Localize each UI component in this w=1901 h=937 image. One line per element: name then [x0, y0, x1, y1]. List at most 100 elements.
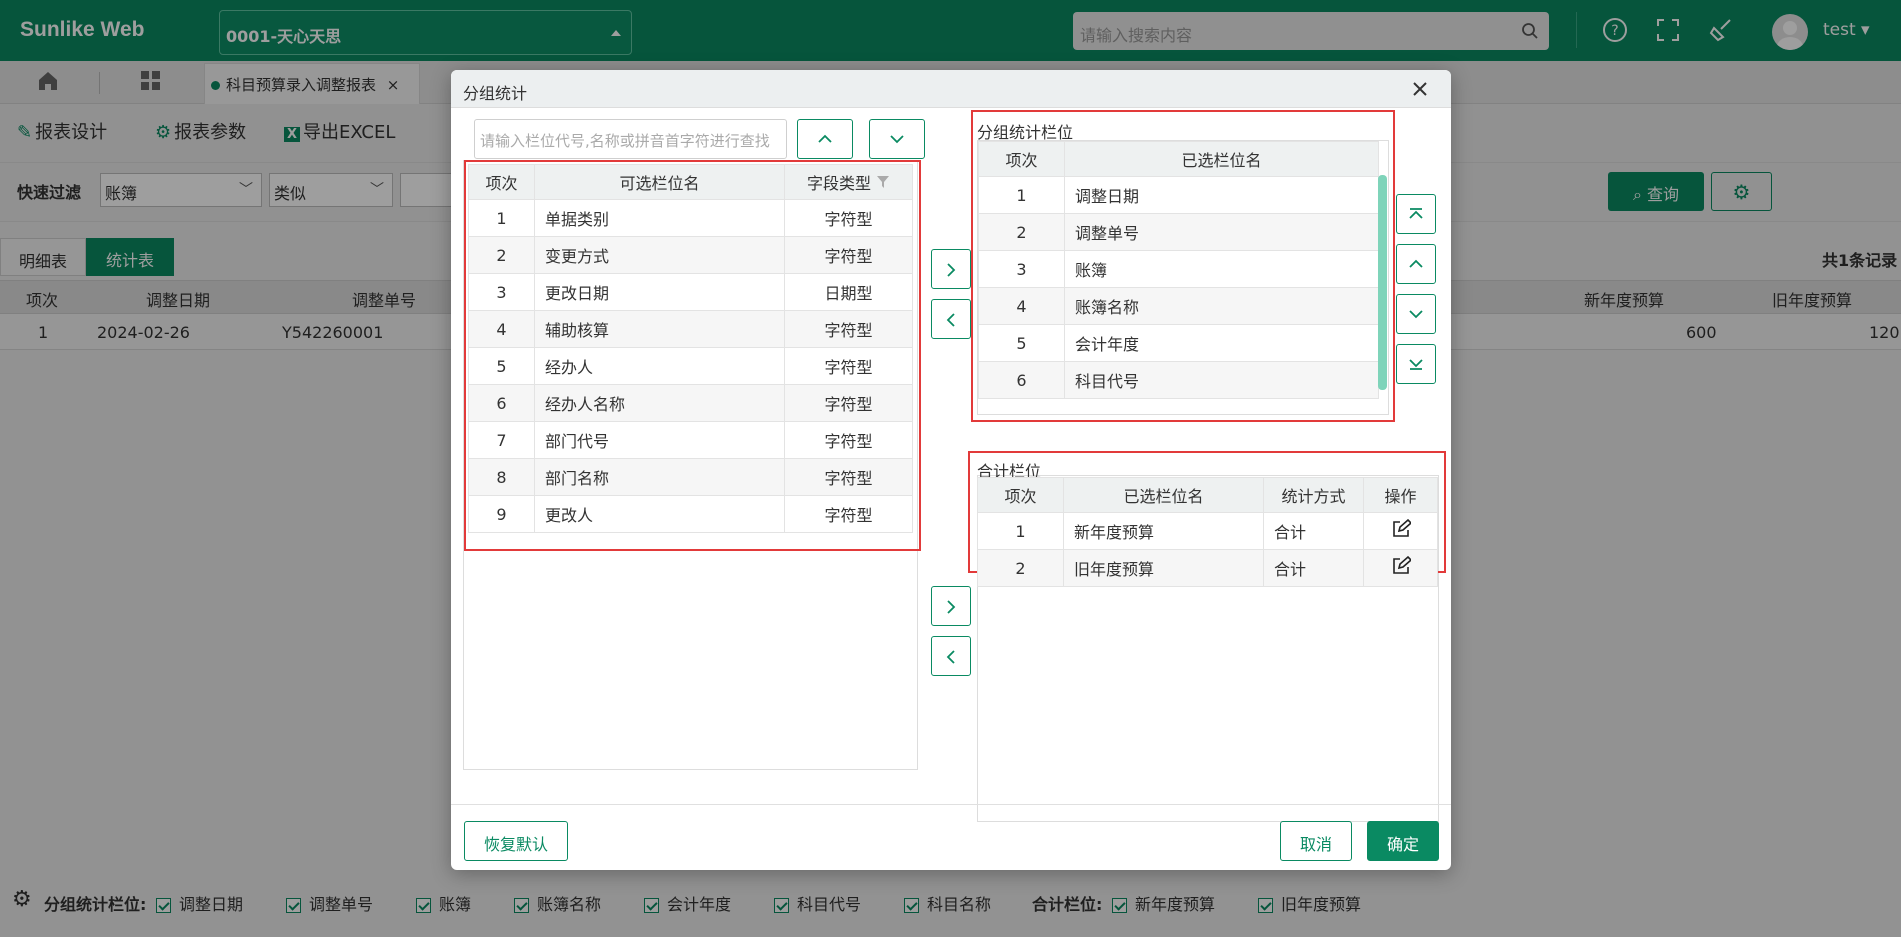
cell-index: 4 [978, 287, 1065, 325]
dialog-title: 分组统计 [463, 84, 528, 103]
chevron-up-icon [1409, 259, 1423, 268]
cell-name: 辅助核算 [534, 310, 785, 348]
cell-type: 字符型 [784, 236, 913, 274]
cell-index: 4 [468, 310, 535, 348]
cell-name: 经办人 [534, 347, 785, 385]
cell-name: 部门代号 [534, 421, 785, 459]
cell-type: 字符型 [784, 458, 913, 496]
chevron-left-icon [946, 313, 955, 327]
cell-type: 字符型 [784, 199, 913, 237]
cell-index: 1 [468, 199, 535, 237]
col-header-label: 字段类型 [806, 174, 871, 193]
table-row[interactable]: 8 部门名称 字符型 [468, 458, 913, 496]
cell-type: 字符型 [784, 421, 913, 459]
col-header: 项次 [977, 477, 1064, 513]
col-header: 可选栏位名 [534, 164, 785, 200]
table-row[interactable]: 1 新年度预算 合计 [977, 512, 1438, 550]
cell-name: 单据类别 [534, 199, 785, 237]
table-row[interactable]: 3 账簿 [978, 250, 1379, 288]
table-row[interactable]: 6 科目代号 [978, 361, 1379, 399]
dialog-titlebar [451, 70, 1451, 108]
table-row[interactable]: 6 经办人名称 字符型 [468, 384, 913, 422]
table-row[interactable]: 3 更改日期 日期型 [468, 273, 913, 311]
cell-name: 更改日期 [534, 273, 785, 311]
cell-name: 科目代号 [1064, 361, 1379, 399]
chevron-right-icon [947, 263, 956, 277]
col-header: 已选栏位名 [1064, 141, 1379, 177]
close-icon[interactable] [1410, 79, 1430, 99]
cell-index: 2 [468, 236, 535, 274]
group-stats-dialog: 分组统计 请输入栏位代号,名称或拼音首字符进行查找 项次 可选栏位名 字段类型 … [451, 70, 1451, 870]
table-row[interactable]: 5 会计年度 [978, 324, 1379, 362]
table-row[interactable]: 4 辅助核算 字符型 [468, 310, 913, 348]
remove-from-group-button[interactable] [931, 299, 971, 339]
move-down-button[interactable] [1396, 294, 1436, 334]
move-bottom-button[interactable] [1396, 344, 1436, 384]
sum-fields-table: 项次 已选栏位名 统计方式 操作 1 新年度预算 合计 2 旧年度预算 合计 [977, 477, 1438, 587]
filter-icon[interactable] [876, 175, 890, 189]
add-to-group-button[interactable] [931, 249, 971, 289]
table-row[interactable]: 2 调整单号 [978, 213, 1379, 251]
move-top-icon [1409, 208, 1423, 219]
cell-index: 6 [468, 384, 535, 422]
move-up-button[interactable] [1396, 244, 1436, 284]
cell-name: 变更方式 [534, 236, 785, 274]
cell-type: 字符型 [784, 310, 913, 348]
cell-method: 合计 [1263, 549, 1364, 587]
field-search-placeholder: 请输入栏位代号,名称或拼音首字符进行查找 [480, 132, 770, 150]
table-row[interactable]: 2 旧年度预算 合计 [977, 549, 1438, 587]
add-to-sum-button[interactable] [931, 586, 971, 626]
cell-index: 6 [978, 361, 1065, 399]
scrollbar-thumb[interactable] [1378, 175, 1387, 390]
cell-index: 3 [468, 273, 535, 311]
cancel-button[interactable]: 取消 [1280, 821, 1352, 861]
col-header: 统计方式 [1263, 477, 1364, 513]
col-header: 已选栏位名 [1063, 477, 1264, 513]
table-row[interactable]: 4 账簿名称 [978, 287, 1379, 325]
cell-type: 日期型 [784, 273, 913, 311]
col-header: 项次 [978, 141, 1065, 177]
edit-button[interactable] [1363, 549, 1438, 587]
cell-index: 3 [978, 250, 1065, 288]
col-header: 项次 [468, 164, 535, 200]
confirm-button[interactable]: 确定 [1367, 821, 1439, 861]
table-row[interactable]: 5 经办人 字符型 [468, 347, 913, 385]
col-header: 操作 [1363, 477, 1438, 513]
cell-index: 2 [978, 213, 1065, 251]
group-fields-table: 项次 已选栏位名 1 调整日期 2 调整单号 3 账簿 4 账簿名称 5 会计年度 6 科目… [978, 141, 1379, 399]
table-row[interactable]: 1 调整日期 [978, 176, 1379, 214]
cell-name: 旧年度预算 [1063, 549, 1264, 587]
reset-default-button[interactable]: 恢复默认 [464, 821, 568, 861]
search-next-button[interactable] [869, 119, 925, 159]
cell-index: 2 [977, 549, 1064, 587]
table-row[interactable]: 9 更改人 字符型 [468, 495, 913, 533]
cell-name: 账簿名称 [1064, 287, 1379, 325]
edit-icon[interactable] [1391, 518, 1412, 539]
cell-method: 合计 [1263, 512, 1364, 550]
move-top-button[interactable] [1396, 194, 1436, 234]
move-bottom-icon [1409, 359, 1423, 370]
cell-index: 7 [468, 421, 535, 459]
group-panel: 项次 已选栏位名 1 调整日期 2 调整单号 3 账簿 4 账簿名称 5 会计年度 6 科目… [977, 140, 1389, 415]
search-prev-button[interactable] [797, 119, 853, 159]
cell-index: 5 [978, 324, 1065, 362]
chevron-up-icon [818, 134, 832, 143]
table-row[interactable]: 7 部门代号 字符型 [468, 421, 913, 459]
remove-from-sum-button[interactable] [931, 636, 971, 676]
cell-name: 新年度预算 [1063, 512, 1264, 550]
cell-index: 8 [468, 458, 535, 496]
col-header[interactable]: 字段类型 [784, 164, 913, 200]
cell-type: 字符型 [784, 384, 913, 422]
chevron-down-icon [1409, 310, 1423, 319]
table-row[interactable]: 1 单据类别 字符型 [468, 199, 913, 237]
chevron-right-icon [947, 600, 956, 614]
chevron-down-icon [890, 135, 904, 144]
table-row[interactable]: 2 变更方式 字符型 [468, 236, 913, 274]
cell-index: 5 [468, 347, 535, 385]
edit-button[interactable] [1363, 512, 1438, 550]
field-search-input[interactable]: 请输入栏位代号,名称或拼音首字符进行查找 [474, 119, 787, 159]
cell-name: 调整日期 [1064, 176, 1379, 214]
chevron-left-icon [946, 650, 955, 664]
cell-name: 会计年度 [1064, 324, 1379, 362]
edit-icon[interactable] [1391, 555, 1412, 576]
